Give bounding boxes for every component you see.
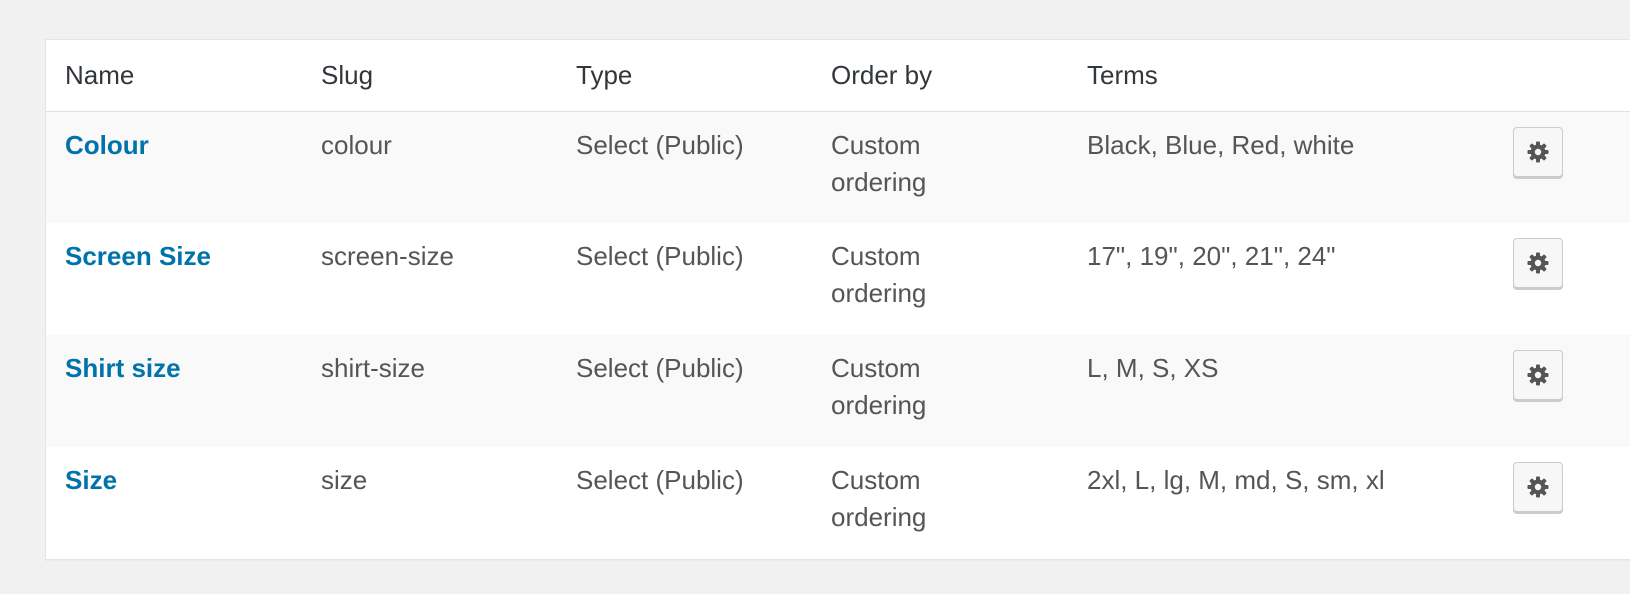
cell-actions (1501, 111, 1630, 223)
cell-type: Select (Public) (576, 465, 744, 495)
cell-terms: L, M, S, XS (1087, 353, 1219, 383)
cell-slug: screen-size (321, 241, 454, 271)
cell-order-by: Custom ordering (812, 111, 1068, 223)
cell-terms: 17", 19", 20", 21", 24" (1087, 241, 1336, 271)
cell-order-by: Custom ordering (812, 335, 1068, 447)
cell-type: Select (Public) (576, 353, 744, 383)
table-row: Size size Select (Public) Custom orderin… (46, 447, 1630, 559)
attribute-name-link[interactable]: Colour (65, 130, 149, 160)
gear-icon (1527, 252, 1549, 274)
cell-slug: shirt-size (321, 353, 426, 383)
header-row: Name Slug Type Order by Terms (46, 40, 1630, 111)
cell-name: Colour (46, 111, 302, 223)
cell-name: Shirt size (46, 335, 302, 447)
cell-order-by: Custom ordering (812, 447, 1068, 559)
cell-actions (1501, 335, 1630, 447)
cell-actions (1501, 447, 1630, 559)
order-by-value: Custom ordering (831, 465, 927, 532)
gear-icon (1527, 141, 1549, 162)
cell-terms: 2xl, L, lg, M, md, S, sm, xl (1087, 465, 1385, 495)
table-row: Shirt size shirt-size Select (Public) Cu… (46, 335, 1630, 447)
cell-actions (1501, 223, 1630, 335)
configure-terms-button[interactable] (1513, 462, 1563, 512)
attributes-table: Name Slug Type Order by Terms Colour col… (46, 40, 1630, 559)
table-header: Name Slug Type Order by Terms (46, 40, 1630, 111)
cell-order-by: Custom ordering (812, 223, 1068, 335)
column-header-actions (1501, 40, 1630, 111)
configure-terms-button[interactable] (1513, 238, 1563, 288)
configure-terms-button[interactable] (1513, 126, 1563, 177)
attribute-name-link[interactable]: Screen Size (65, 241, 211, 271)
order-by-value: Custom ordering (831, 353, 927, 420)
column-header-slug[interactable]: Slug (302, 40, 557, 111)
column-header-name[interactable]: Name (46, 40, 302, 111)
cell-name: Screen Size (46, 223, 302, 335)
cell-slug: size (321, 465, 368, 495)
column-header-type[interactable]: Type (557, 40, 812, 111)
gear-icon (1527, 476, 1549, 498)
cell-terms: Black, Blue, Red, white (1087, 129, 1355, 160)
cell-name: Size (46, 447, 302, 559)
order-by-value: Custom ordering (831, 129, 927, 197)
column-header-order-by[interactable]: Order by (812, 40, 1068, 111)
attribute-name-link[interactable]: Shirt size (65, 353, 181, 383)
column-header-terms[interactable]: Terms (1068, 40, 1501, 111)
table-row: Screen Size screen-size Select (Public) … (46, 223, 1630, 335)
cell-type: Select (Public) (576, 129, 744, 160)
cell-type: Select (Public) (576, 241, 744, 271)
table-body: Colour colour Select (Public) Custom ord… (46, 111, 1630, 559)
configure-terms-button[interactable] (1513, 350, 1563, 400)
cell-slug: colour (321, 129, 392, 160)
gear-icon (1527, 364, 1549, 386)
order-by-value: Custom ordering (831, 241, 927, 308)
attributes-table-container: Name Slug Type Order by Terms Colour col… (45, 39, 1630, 560)
attribute-name-link[interactable]: Size (65, 465, 117, 495)
table-row: Colour colour Select (Public) Custom ord… (46, 111, 1630, 223)
